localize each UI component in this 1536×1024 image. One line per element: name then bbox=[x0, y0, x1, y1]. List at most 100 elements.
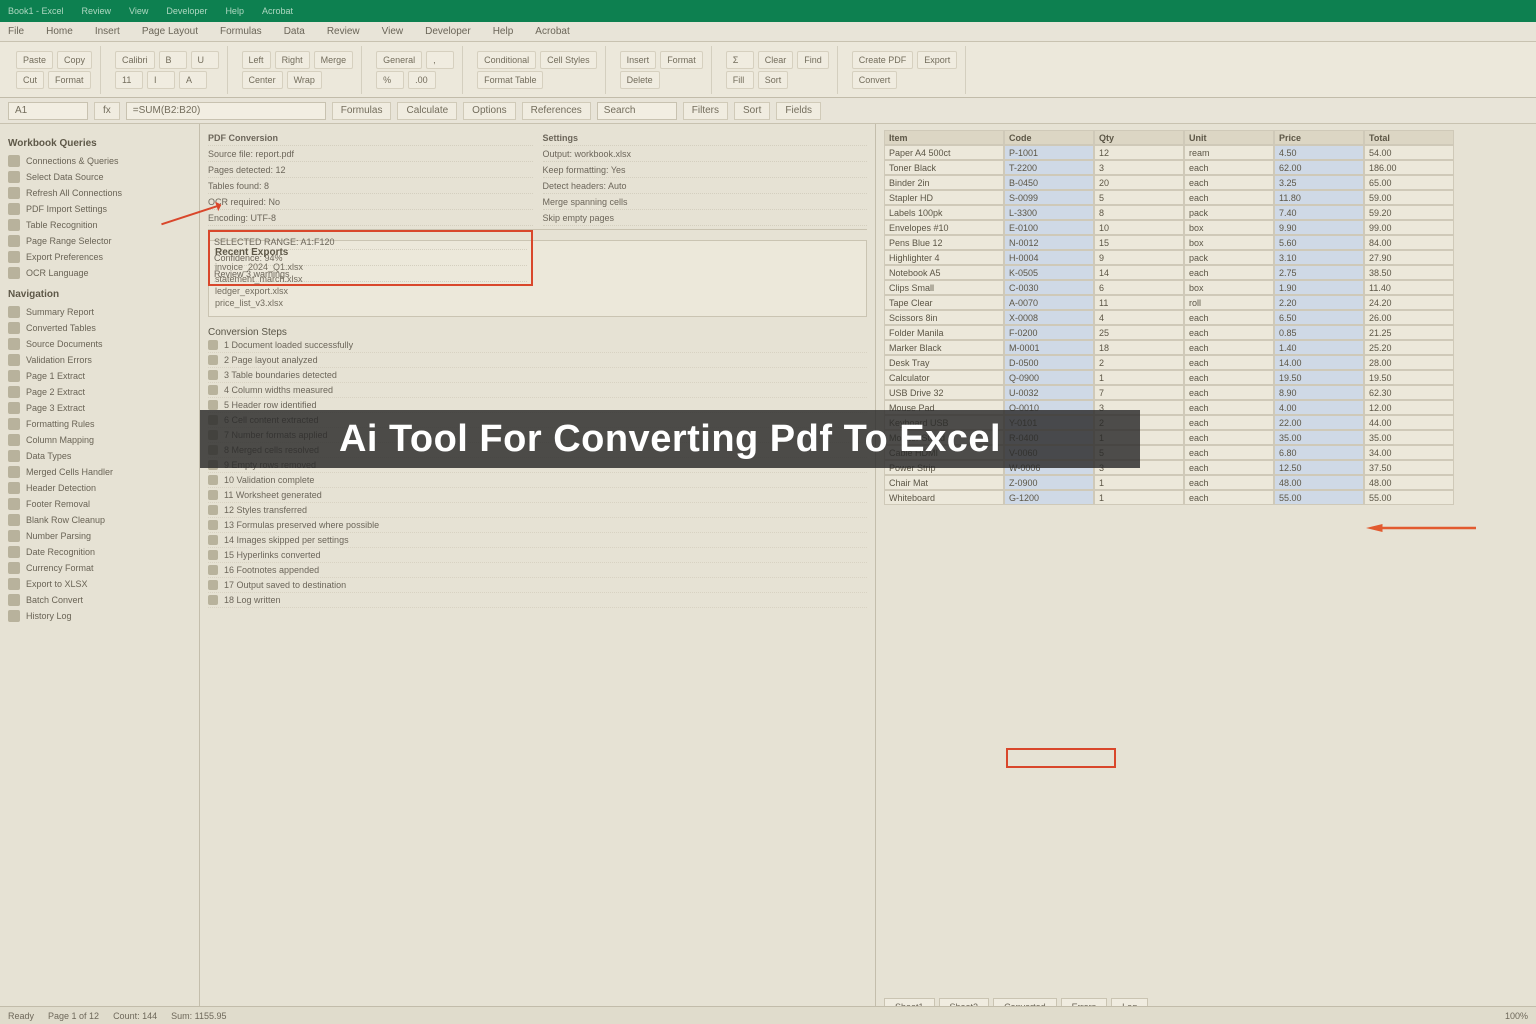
sidebar-item[interactable]: Validation Errors bbox=[8, 352, 191, 368]
ribbon-button[interactable]: Format bbox=[660, 51, 703, 69]
ribbon-button[interactable]: Sort bbox=[758, 71, 789, 89]
cell[interactable]: each bbox=[1184, 355, 1274, 370]
cell[interactable]: Clips Small bbox=[884, 280, 1004, 295]
sidebar-item[interactable]: Number Parsing bbox=[8, 528, 191, 544]
ribbon-button[interactable]: Wrap bbox=[287, 71, 322, 89]
cell[interactable]: G-1200 bbox=[1004, 490, 1094, 505]
cell[interactable]: roll bbox=[1184, 295, 1274, 310]
cell[interactable]: 2.75 bbox=[1274, 265, 1364, 280]
menu-data[interactable]: Data bbox=[284, 26, 305, 37]
column-header[interactable]: Item bbox=[884, 130, 1004, 145]
cell[interactable]: 186.00 bbox=[1364, 160, 1454, 175]
column-header[interactable]: Qty bbox=[1094, 130, 1184, 145]
cell[interactable]: Binder 2in bbox=[884, 175, 1004, 190]
ribbon-button[interactable]: Find bbox=[797, 51, 829, 69]
cell[interactable]: each bbox=[1184, 430, 1274, 445]
sidebar-item[interactable]: Page 3 Extract bbox=[8, 400, 191, 416]
cell[interactable]: 44.00 bbox=[1364, 415, 1454, 430]
cell[interactable]: each bbox=[1184, 475, 1274, 490]
column-header[interactable]: Code bbox=[1004, 130, 1094, 145]
ribbon-button[interactable]: I bbox=[147, 71, 175, 89]
cell[interactable]: each bbox=[1184, 265, 1274, 280]
cell[interactable]: X-0008 bbox=[1004, 310, 1094, 325]
cell[interactable]: 0.85 bbox=[1274, 325, 1364, 340]
ribbon-button[interactable]: , bbox=[426, 51, 454, 69]
cell[interactable]: 18 bbox=[1094, 340, 1184, 355]
cell[interactable]: C-0030 bbox=[1004, 280, 1094, 295]
cell[interactable]: 25.20 bbox=[1364, 340, 1454, 355]
cell[interactable]: box bbox=[1184, 280, 1274, 295]
cell[interactable]: 48.00 bbox=[1364, 475, 1454, 490]
cell[interactable]: L-3300 bbox=[1004, 205, 1094, 220]
cell[interactable]: 1 bbox=[1094, 490, 1184, 505]
cell[interactable]: 6.80 bbox=[1274, 445, 1364, 460]
ribbon-button[interactable]: Merge bbox=[314, 51, 354, 69]
cell[interactable]: 1 bbox=[1094, 475, 1184, 490]
ribbon-button[interactable]: U bbox=[191, 51, 219, 69]
cell[interactable]: Pens Blue 12 bbox=[884, 235, 1004, 250]
cell[interactable]: 35.00 bbox=[1364, 430, 1454, 445]
ribbon-button[interactable]: Delete bbox=[620, 71, 660, 89]
sidebar-item[interactable]: History Log bbox=[8, 608, 191, 624]
cell[interactable]: 1 bbox=[1094, 370, 1184, 385]
sidebar-item[interactable]: Connections & Queries bbox=[8, 153, 191, 169]
cell[interactable]: 2 bbox=[1094, 355, 1184, 370]
sidebar-item[interactable]: Export to XLSX bbox=[8, 576, 191, 592]
cell[interactable]: Stapler HD bbox=[884, 190, 1004, 205]
sidebar-item[interactable]: Page 2 Extract bbox=[8, 384, 191, 400]
cell[interactable]: each bbox=[1184, 385, 1274, 400]
ribbon-button[interactable]: Calibri bbox=[115, 51, 155, 69]
ribbon-button[interactable]: Σ bbox=[726, 51, 754, 69]
menu-formulas[interactable]: Formulas bbox=[220, 26, 262, 37]
toolbar-btn[interactable]: References bbox=[522, 102, 591, 120]
cell[interactable]: 27.90 bbox=[1364, 250, 1454, 265]
cell[interactable]: 55.00 bbox=[1274, 490, 1364, 505]
ribbon-button[interactable]: Export bbox=[917, 51, 957, 69]
ribbon-button[interactable]: Conditional bbox=[477, 51, 536, 69]
cell[interactable]: Marker Black bbox=[884, 340, 1004, 355]
cell[interactable]: 21.25 bbox=[1364, 325, 1454, 340]
menu-help[interactable]: Help bbox=[493, 26, 514, 37]
cell[interactable]: A-0070 bbox=[1004, 295, 1094, 310]
cell[interactable]: 3.25 bbox=[1274, 175, 1364, 190]
cell[interactable]: pack bbox=[1184, 205, 1274, 220]
cell[interactable]: D-0500 bbox=[1004, 355, 1094, 370]
cell[interactable]: each bbox=[1184, 415, 1274, 430]
sidebar-item[interactable]: OCR Language bbox=[8, 265, 191, 281]
toolbar-btn[interactable]: Filters bbox=[683, 102, 728, 120]
ribbon-button[interactable]: Center bbox=[242, 71, 283, 89]
column-header[interactable]: Price bbox=[1274, 130, 1364, 145]
cell[interactable]: 84.00 bbox=[1364, 235, 1454, 250]
cell[interactable]: 11.40 bbox=[1364, 280, 1454, 295]
cell[interactable]: 6.50 bbox=[1274, 310, 1364, 325]
ribbon-button[interactable]: Left bbox=[242, 51, 271, 69]
cell[interactable]: Toner Black bbox=[884, 160, 1004, 175]
formula-input[interactable]: =SUM(B2:B20) bbox=[126, 102, 326, 120]
cell[interactable]: 2.20 bbox=[1274, 295, 1364, 310]
cell[interactable]: S-0099 bbox=[1004, 190, 1094, 205]
sidebar-item[interactable]: Table Recognition bbox=[8, 217, 191, 233]
ribbon-button[interactable]: Create PDF bbox=[852, 51, 914, 69]
cell[interactable]: Envelopes #10 bbox=[884, 220, 1004, 235]
sidebar-item[interactable]: Refresh All Connections bbox=[8, 185, 191, 201]
cell[interactable]: 48.00 bbox=[1274, 475, 1364, 490]
sidebar-item[interactable]: Data Types bbox=[8, 448, 191, 464]
cell[interactable]: each bbox=[1184, 175, 1274, 190]
cell[interactable]: Desk Tray bbox=[884, 355, 1004, 370]
menu-pagelayout[interactable]: Page Layout bbox=[142, 26, 198, 37]
ribbon-button[interactable]: Convert bbox=[852, 71, 898, 89]
sidebar-item[interactable]: PDF Import Settings bbox=[8, 201, 191, 217]
cell[interactable]: each bbox=[1184, 190, 1274, 205]
cell[interactable]: 62.30 bbox=[1364, 385, 1454, 400]
cell[interactable]: 15 bbox=[1094, 235, 1184, 250]
column-header[interactable]: Unit bbox=[1184, 130, 1274, 145]
recent-export-item[interactable]: ledger_export.xlsx bbox=[215, 286, 860, 296]
ribbon-button[interactable]: General bbox=[376, 51, 422, 69]
cell[interactable]: 4.50 bbox=[1274, 145, 1364, 160]
sidebar-item[interactable]: Source Documents bbox=[8, 336, 191, 352]
sidebar-item[interactable]: Batch Convert bbox=[8, 592, 191, 608]
sidebar-item[interactable]: Currency Format bbox=[8, 560, 191, 576]
ribbon-button[interactable]: B bbox=[159, 51, 187, 69]
ribbon-button[interactable]: Right bbox=[275, 51, 310, 69]
cell[interactable]: 12 bbox=[1094, 145, 1184, 160]
